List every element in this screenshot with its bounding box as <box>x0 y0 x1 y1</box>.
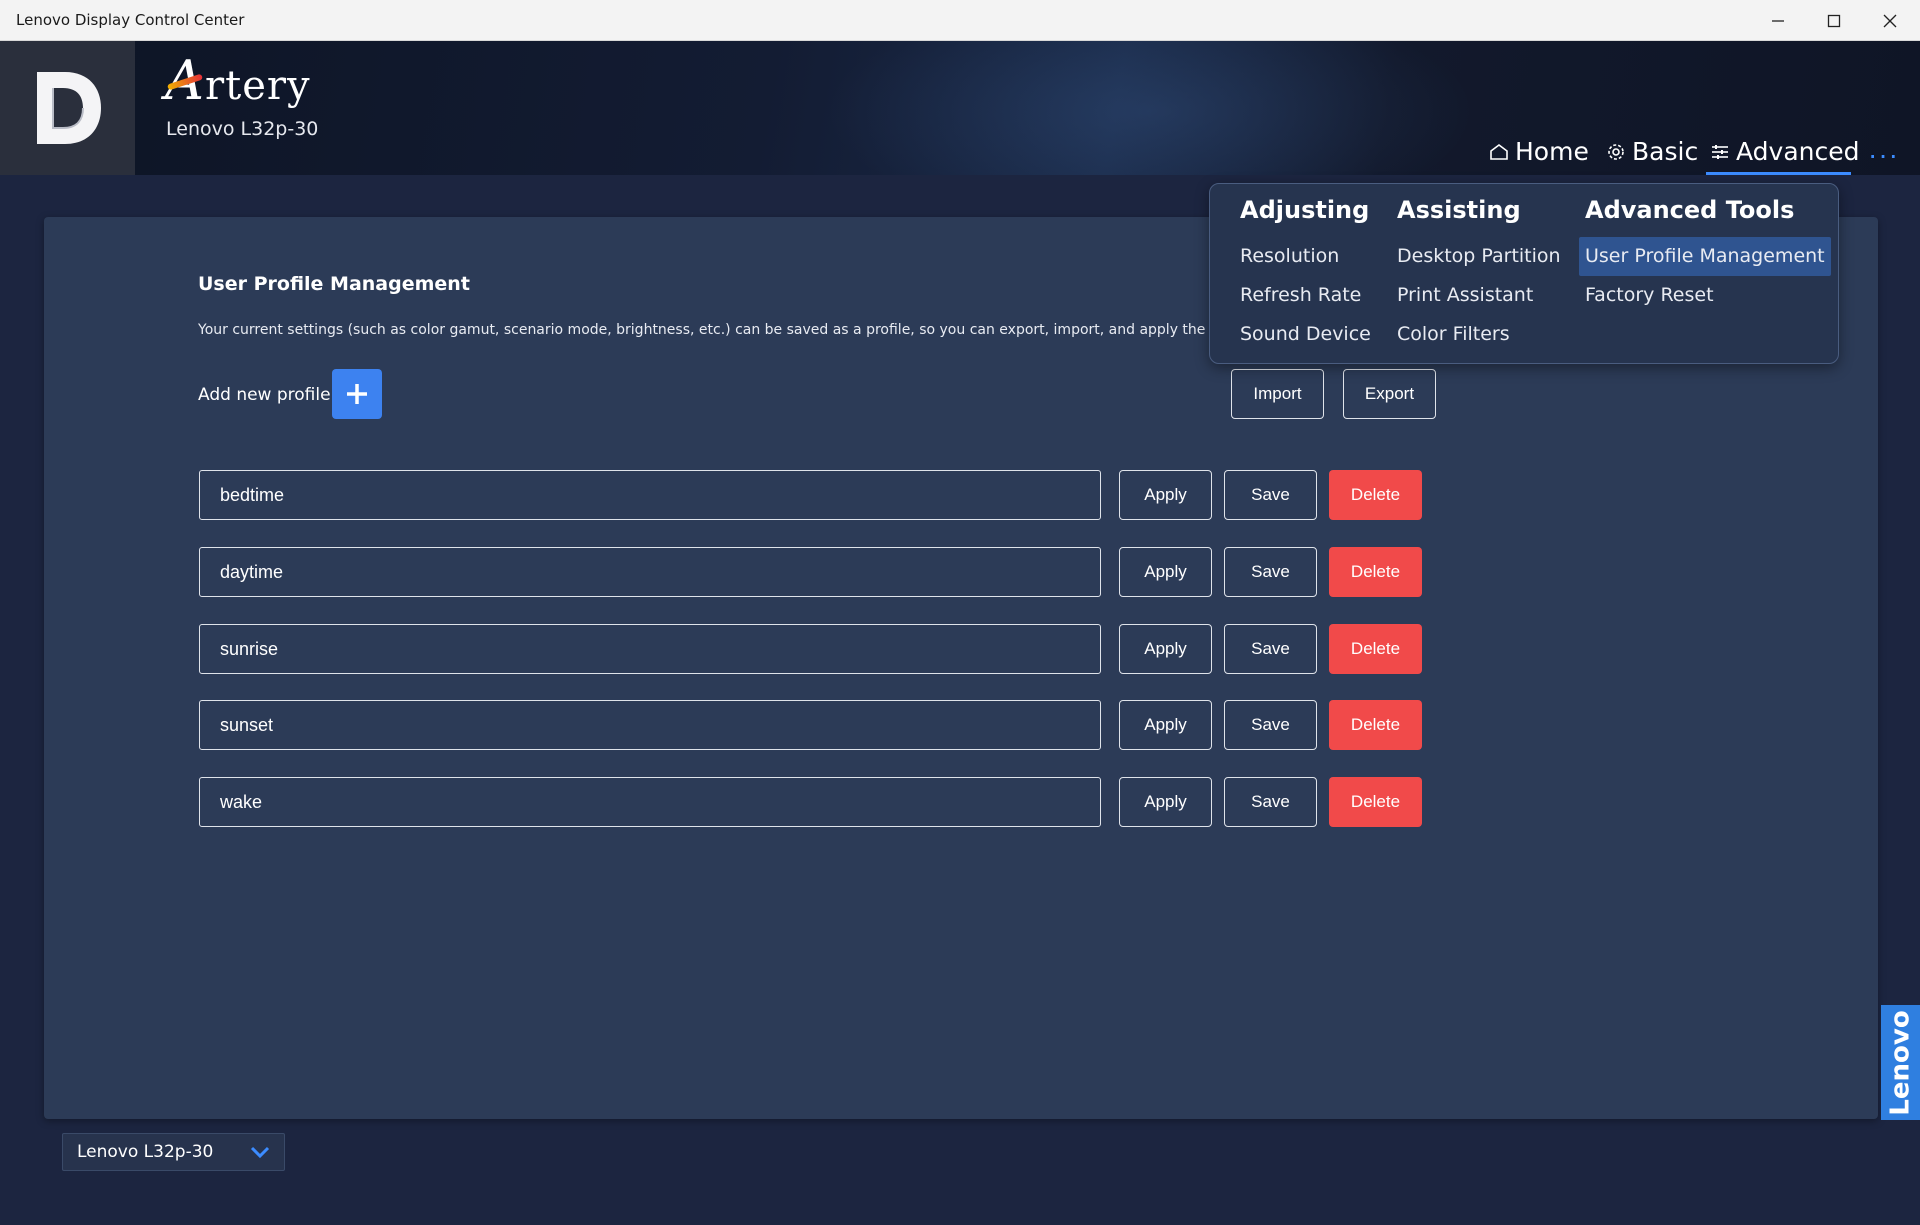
brand-name: Artery <box>165 49 311 112</box>
menu-item-print-assistant[interactable]: Print Assistant <box>1391 276 1567 315</box>
save-button[interactable]: Save <box>1224 470 1317 520</box>
profile-name-field[interactable]: sunset <box>199 700 1101 750</box>
menu-item-user-profile-management[interactable]: User Profile Management <box>1579 237 1831 276</box>
menu-column-assisting: Assisting Desktop Partition Print Assist… <box>1397 196 1567 354</box>
advanced-dropdown-menu: Adjusting Resolution Refresh Rate Sound … <box>1209 183 1839 364</box>
lenovo-brand-tab: Lenovo <box>1881 1005 1920 1120</box>
nav-active-indicator <box>1706 172 1851 175</box>
monitor-select-value: Lenovo L32p-30 <box>77 1142 214 1162</box>
chevron-down-icon <box>250 1143 270 1166</box>
apply-button[interactable]: Apply <box>1119 700 1212 750</box>
apply-button[interactable]: Apply <box>1119 547 1212 597</box>
page-title: User Profile Management <box>198 273 470 295</box>
delete-button[interactable]: Delete <box>1329 547 1422 597</box>
menu-heading: Adjusting <box>1240 196 1370 224</box>
nav-advanced[interactable]: Advanced <box>1710 137 1860 166</box>
maximize-icon <box>1827 14 1841 27</box>
profile-name-field[interactable]: bedtime <box>199 470 1101 520</box>
nav-basic[interactable]: Basic <box>1606 137 1698 166</box>
menu-item-resolution[interactable]: Resolution <box>1234 237 1377 276</box>
maximize-button[interactable] <box>1806 0 1862 41</box>
save-button[interactable]: Save <box>1224 624 1317 674</box>
nav-home[interactable]: Home <box>1489 137 1589 166</box>
menu-heading: Advanced Tools <box>1585 196 1795 224</box>
delete-button[interactable]: Delete <box>1329 777 1422 827</box>
brand-logo: Artery <box>165 49 311 112</box>
more-menu-button[interactable]: ··· <box>1868 141 1899 169</box>
delete-button[interactable]: Delete <box>1329 624 1422 674</box>
nav-basic-label: Basic <box>1632 137 1699 166</box>
delete-button[interactable]: Delete <box>1329 470 1422 520</box>
monitor-model: Lenovo L32p-30 <box>166 118 319 140</box>
lenovo-brand-label: Lenovo <box>1885 1009 1916 1116</box>
monitor-select[interactable]: Lenovo L32p-30 <box>62 1133 285 1171</box>
menu-item-refresh-rate[interactable]: Refresh Rate <box>1234 276 1377 315</box>
close-button[interactable] <box>1862 0 1918 41</box>
minimize-button[interactable] <box>1750 0 1806 41</box>
delete-button[interactable]: Delete <box>1329 700 1422 750</box>
profile-name-field[interactable]: daytime <box>199 547 1101 597</box>
menu-item-desktop-partition[interactable]: Desktop Partition <box>1391 237 1567 276</box>
close-icon <box>1883 14 1897 27</box>
title-bar: Lenovo Display Control Center <box>0 0 1920 41</box>
apply-button[interactable]: Apply <box>1119 624 1212 674</box>
sliders-icon <box>1710 142 1730 162</box>
add-profile-label: Add new profile <box>198 385 331 405</box>
save-button[interactable]: Save <box>1224 777 1317 827</box>
import-button[interactable]: Import <box>1231 369 1324 419</box>
menu-item-sound-device[interactable]: Sound Device <box>1234 315 1377 354</box>
export-button[interactable]: Export <box>1343 369 1436 419</box>
menu-item-color-filters[interactable]: Color Filters <box>1391 315 1567 354</box>
d-logo-icon <box>36 72 101 144</box>
nav-home-label: Home <box>1515 137 1589 166</box>
app-header: Artery Lenovo L32p-30 Home Basic Advance… <box>0 41 1920 175</box>
menu-column-adjusting: Adjusting Resolution Refresh Rate Sound … <box>1240 196 1377 354</box>
save-button[interactable]: Save <box>1224 547 1317 597</box>
home-icon <box>1489 142 1509 162</box>
page-description: Your current settings (such as color gam… <box>198 322 1210 338</box>
apply-button[interactable]: Apply <box>1119 470 1212 520</box>
gear-icon <box>1606 142 1626 162</box>
apply-button[interactable]: Apply <box>1119 777 1212 827</box>
nav-advanced-label: Advanced <box>1736 137 1860 166</box>
minimize-icon <box>1772 19 1784 22</box>
plus-icon <box>347 384 367 404</box>
menu-item-factory-reset[interactable]: Factory Reset <box>1579 276 1831 315</box>
header-background-swoosh <box>800 41 1500 175</box>
menu-column-advanced-tools: Advanced Tools User Profile Management F… <box>1579 196 1831 315</box>
add-profile-button[interactable] <box>332 369 382 419</box>
save-button[interactable]: Save <box>1224 700 1317 750</box>
window-title: Lenovo Display Control Center <box>16 11 245 29</box>
profile-name-field[interactable]: sunrise <box>199 624 1101 674</box>
app-logo <box>0 41 135 175</box>
profile-name-field[interactable]: wake <box>199 777 1101 827</box>
menu-heading: Assisting <box>1397 196 1521 224</box>
